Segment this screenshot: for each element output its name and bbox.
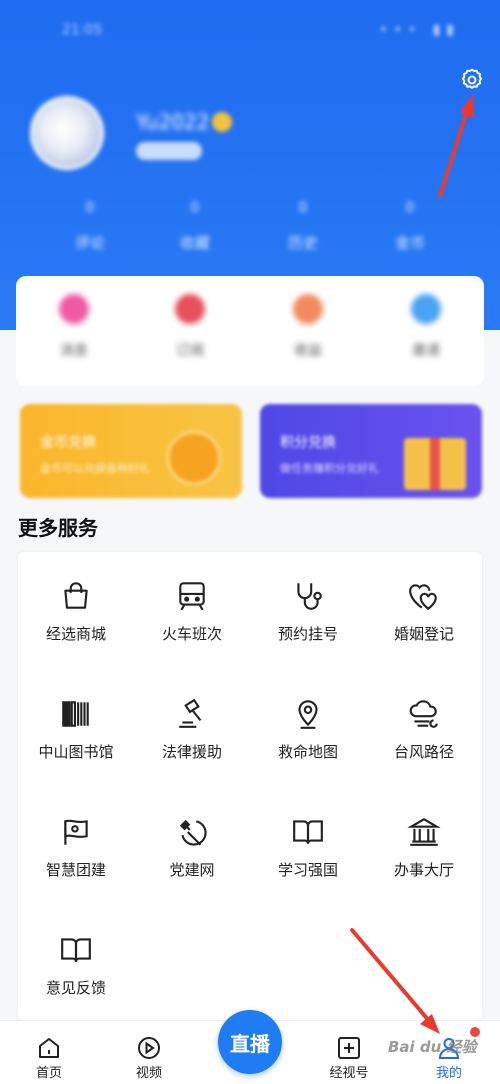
promo-subtitle: 做任务赚积分兑好礼 xyxy=(280,462,379,475)
stat-value: 0 xyxy=(190,200,200,216)
tab-label: 首页 xyxy=(35,1066,62,1081)
promo-title: 金币兑换 xyxy=(40,435,96,451)
train-icon xyxy=(179,582,205,611)
quick-item-label: 订阅 xyxy=(176,343,204,359)
tab-label: 经视号 xyxy=(329,1066,369,1081)
vip-crown-icon xyxy=(212,112,232,132)
status-icons: ••• ▮▮ xyxy=(379,22,460,38)
promo-banner-coins[interactable]: 金币兑换 金币可以兑换各种好礼 xyxy=(20,404,242,498)
service-shop[interactable]: 经选商城 xyxy=(18,552,134,670)
stat-value: 0 xyxy=(85,200,95,216)
live-button[interactable]: 直播 xyxy=(218,1010,282,1074)
open-book-icon xyxy=(293,820,323,844)
stat-label: 评论 xyxy=(74,234,105,252)
service-label: 办事大厅 xyxy=(393,861,454,879)
service-label: 智慧团建 xyxy=(45,861,106,879)
stat-comments[interactable]: 0 评论 xyxy=(50,200,130,253)
stat-value: 0 xyxy=(298,200,308,216)
stat-label: 金币 xyxy=(394,234,425,252)
service-label: 中山图书馆 xyxy=(38,743,114,761)
play-circle-icon xyxy=(138,1037,160,1059)
service-rescue-map[interactable]: 救命地图 xyxy=(250,670,366,788)
user-level-badge xyxy=(136,142,202,160)
service-label: 台风路径 xyxy=(393,743,454,761)
plus-square-icon xyxy=(338,1037,360,1059)
service-party-building[interactable]: 党建网 xyxy=(134,788,250,906)
section-title-more-services: 更多服务 xyxy=(18,516,98,540)
quick-item-messages[interactable]: 消息 xyxy=(34,294,114,360)
quick-item-label: 收益 xyxy=(294,343,322,359)
coin-icon xyxy=(170,434,218,482)
double-heart-icon xyxy=(409,584,437,611)
stat-value: 0 xyxy=(405,200,415,216)
service-service-hall[interactable]: 办事大厅 xyxy=(366,788,482,906)
quick-item-invite[interactable]: 邀请 xyxy=(386,294,466,360)
service-appointment[interactable]: 预约挂号 xyxy=(250,552,366,670)
feedback-book-icon xyxy=(61,938,91,962)
promo-banner-points[interactable]: 积分兑换 做任务赚积分兑好礼 xyxy=(260,404,482,498)
quick-item-subscribe[interactable]: 订阅 xyxy=(150,294,230,360)
service-feedback[interactable]: 意见反馈 xyxy=(18,906,134,1024)
tab-label: 我的 xyxy=(435,1066,462,1081)
service-smart-league[interactable]: 智慧团建 xyxy=(18,788,134,906)
tab-video[interactable]: 视频 xyxy=(114,1035,184,1081)
hammer-sickle-icon xyxy=(179,819,207,846)
tab-home[interactable]: 首页 xyxy=(14,1035,84,1081)
wallet-icon xyxy=(293,294,323,324)
service-typhoon[interactable]: 台风路径 xyxy=(366,670,482,788)
stat-label: 收藏 xyxy=(179,234,210,252)
service-label: 意见反馈 xyxy=(45,979,106,997)
user-name[interactable]: Yu2022 xyxy=(136,110,210,134)
books-icon xyxy=(62,701,89,727)
service-marriage[interactable]: 婚姻登记 xyxy=(366,552,482,670)
tab-label: 视频 xyxy=(135,1066,162,1081)
service-label: 经选商城 xyxy=(45,625,106,643)
avatar[interactable] xyxy=(30,96,104,170)
service-label: 法律援助 xyxy=(161,743,222,761)
stat-favorites[interactable]: 0 收藏 xyxy=(155,200,235,253)
quick-item-label: 消息 xyxy=(60,343,88,359)
star-icon xyxy=(175,294,205,324)
settings-button[interactable] xyxy=(458,66,486,94)
shopping-bag-icon xyxy=(64,582,88,609)
quick-item-earnings[interactable]: 收益 xyxy=(268,294,348,360)
stat-coins[interactable]: 0 金币 xyxy=(370,200,450,253)
gear-icon xyxy=(461,68,483,89)
service-label: 婚姻登记 xyxy=(393,625,454,643)
stat-label: 历史 xyxy=(287,234,318,252)
service-label: 火车班次 xyxy=(161,625,222,643)
status-bar: 21:05 ••• ▮▮ xyxy=(0,0,500,56)
league-flag-icon xyxy=(64,819,88,845)
gavel-icon xyxy=(179,698,202,728)
service-train[interactable]: 火车班次 xyxy=(134,552,250,670)
quick-item-label: 邀请 xyxy=(412,343,440,359)
gift-ribbon xyxy=(430,438,440,490)
quick-actions-card: 消息 订阅 收益 邀请 xyxy=(16,276,484,386)
stethoscope-icon xyxy=(297,583,322,610)
bank-building-icon xyxy=(407,818,441,846)
service-label: 党建网 xyxy=(169,861,215,879)
status-time: 21:05 xyxy=(62,22,103,38)
service-label: 预约挂号 xyxy=(277,625,338,643)
tab-jingshi[interactable]: 经视号 xyxy=(314,1035,384,1081)
service-legal-aid[interactable]: 法律援助 xyxy=(134,670,250,788)
service-label: 学习强国 xyxy=(277,861,338,879)
service-label: 救命地图 xyxy=(277,743,338,761)
service-library[interactable]: 中山图书馆 xyxy=(18,670,134,788)
watermark: Bai du 经验 xyxy=(388,1038,477,1056)
invite-icon xyxy=(411,294,441,324)
home-icon xyxy=(39,1038,59,1058)
map-pin-icon xyxy=(298,700,318,729)
service-study-power[interactable]: 学习强国 xyxy=(250,788,366,906)
promo-title: 积分兑换 xyxy=(280,435,336,451)
typhoon-cloud-icon xyxy=(409,700,438,728)
promo-subtitle: 金币可以兑换各种好礼 xyxy=(40,462,150,475)
services-grid: 经选商城 火车班次 预约挂号 婚姻登记 中山图书馆 法律援助 救命地图 台风路径… xyxy=(18,552,482,1020)
message-icon xyxy=(59,294,89,324)
stat-history[interactable]: 0 历史 xyxy=(263,200,343,253)
